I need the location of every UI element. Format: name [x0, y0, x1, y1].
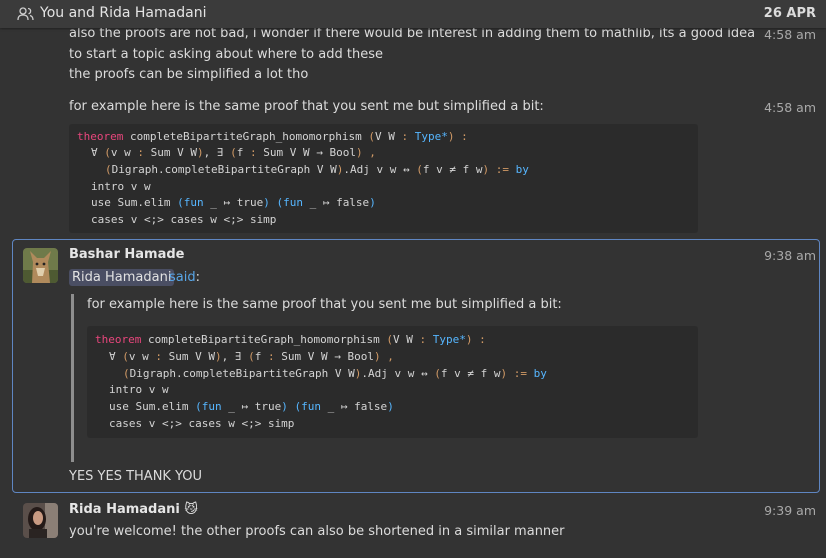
message-line: to start a topic asking about where to a…	[69, 47, 383, 62]
code-line: cases v <;> cases w <;> simp	[91, 213, 277, 226]
message-line: you're welcome! the other proofs can als…	[69, 524, 565, 539]
date-divider: 26 APR	[763, 6, 816, 21]
message-line: for example here is the same proof that …	[69, 99, 544, 114]
group-users-icon	[17, 7, 34, 21]
code-line: ∀ (v w : Sum V W), ∃ (f : Sum V W → Bool…	[91, 146, 376, 159]
avatar[interactable]	[23, 503, 58, 538]
user-mention[interactable]: Rida Hamadani	[69, 269, 175, 286]
message-timestamp[interactable]: 4:58 am	[764, 27, 816, 42]
message-line: the proofs can be simplified a lot tho	[69, 67, 309, 82]
quote-text: for example here is the same proof that …	[87, 297, 562, 312]
sender-name[interactable]: Bashar Hamade	[69, 247, 184, 262]
quoted-code-block: theorem completeBipartiteGraph_homomorph…	[87, 326, 698, 438]
code-line: (Digraph.completeBipartiteGraph V W).Adj…	[123, 367, 547, 380]
message-timestamp[interactable]: 4:58 am	[764, 100, 816, 115]
code-block: theorem completeBipartiteGraph_homomorph…	[69, 124, 698, 233]
reply-text: YES YES THANK YOU	[69, 469, 203, 484]
message-timestamp[interactable]: 9:38 am	[764, 248, 816, 263]
code-line: use Sum.elim (fun _ ↦ true) (fun _ ↦ fal…	[91, 196, 376, 209]
code-line: (Digraph.completeBipartiteGraph V W).Adj…	[105, 163, 529, 176]
said-colon: :	[195, 270, 200, 285]
code-line: ∀ (v w : Sum V W), ∃ (f : Sum V W → Bool…	[109, 350, 394, 363]
cat-emoji: 😼	[184, 502, 198, 517]
code-line: theorem completeBipartiteGraph_homomorph…	[77, 130, 468, 143]
user-photo-icon	[23, 503, 58, 538]
code-line: cases v <;> cases w <;> simp	[109, 417, 295, 430]
quote-source-link[interactable]: said:	[169, 270, 200, 285]
sender-name-text[interactable]: Rida Hamadani	[69, 502, 180, 517]
code-line: intro v w	[91, 180, 151, 193]
sender-name[interactable]: Rida Hamadani 😼	[69, 502, 198, 517]
quote-bar	[71, 294, 74, 462]
code-line: theorem completeBipartiteGraph_homomorph…	[95, 333, 486, 346]
conversation-header: You and Rida Hamadani 26 APR	[0, 0, 826, 28]
avatar[interactable]	[23, 248, 58, 283]
message-timestamp[interactable]: 9:39 am	[764, 503, 816, 518]
cat-avatar-icon	[23, 248, 58, 283]
code-line: use Sum.elim (fun _ ↦ true) (fun _ ↦ fal…	[109, 400, 394, 413]
conversation-title[interactable]: You and Rida Hamadani	[40, 5, 206, 21]
said-link[interactable]: said	[169, 270, 196, 285]
message-line: also the proofs are not bad, i wonder if…	[69, 26, 756, 41]
code-line: intro v w	[109, 383, 169, 396]
